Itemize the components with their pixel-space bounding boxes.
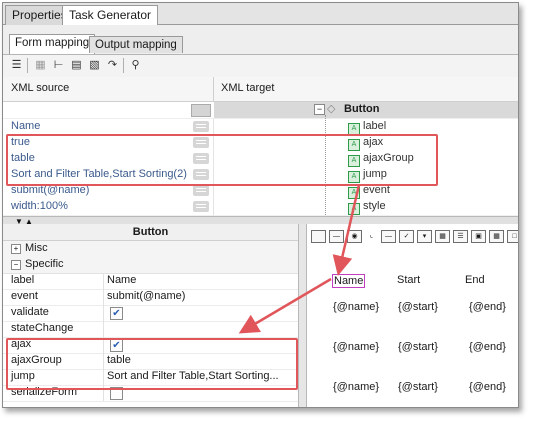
arrow-to-properties <box>238 277 332 334</box>
annotation-arrows <box>238 184 361 334</box>
task-generator-window: Properties Task Generator Form mapping O… <box>2 2 519 408</box>
arrow-to-preview <box>332 184 361 276</box>
